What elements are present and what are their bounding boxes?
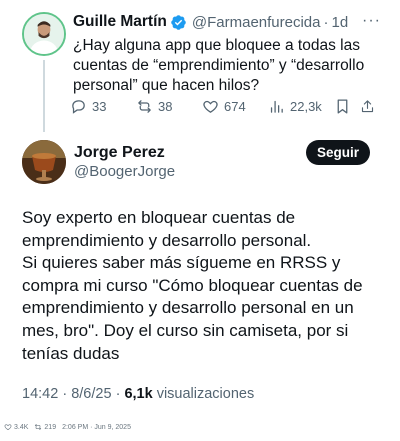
main-tweet-text: Soy experto en bloquear cuentas de empre… (22, 207, 388, 365)
main-views-label: visualizaciones (156, 386, 255, 402)
share-button[interactable] (360, 98, 380, 115)
like-count: 674 (224, 98, 246, 114)
main-text-line: emprendimiento y desarrollo personal. (22, 230, 312, 250)
heart-icon (203, 100, 218, 113)
repost-icon (138, 99, 151, 113)
bookmark-button[interactable] (334, 98, 360, 115)
more-options-icon[interactable]: ··· (362, 12, 381, 30)
main-text-line: mes, bro". Doy el curso sin camiseta, po… (22, 320, 349, 340)
parent-header: Guille Martín @Farmaenfurecida · 1d ··· (73, 12, 393, 32)
overlay-like-count: 3.4K (14, 423, 29, 431)
share-icon (361, 99, 374, 112)
main-author-handle[interactable]: @BoogerJorge (74, 163, 175, 180)
follow-button[interactable]: Seguir (306, 140, 370, 165)
reply-button[interactable]: 33 (70, 98, 136, 115)
main-date[interactable]: 8/6/25 (71, 386, 111, 402)
parent-text-line: ¿Hay alguna app que bloquee a todas las (73, 37, 360, 54)
reply-icon (72, 99, 85, 114)
overlay-timestamp: 2:06 PM · Jun 9, 2025 (62, 423, 131, 431)
heart-icon (4, 424, 12, 431)
main-views-count: 6,1k (124, 386, 153, 402)
overlay-repost-count: 219 (44, 423, 57, 431)
main-time[interactable]: 14:42 (22, 386, 58, 402)
repost-button[interactable]: 38 (136, 98, 202, 115)
main-text-line: compra mi curso "Cómo bloquear cuentas d… (22, 275, 363, 295)
overlay-footer: 3.4K 219 2:06 PM · Jun 9, 2025 (4, 421, 131, 433)
views-chart-icon (270, 100, 283, 113)
parent-author-name[interactable]: Guille Martín (73, 13, 167, 31)
parent-text-line: cuentas de “emprendimiento” y “desarroll… (73, 57, 365, 74)
like-button[interactable]: 674 (202, 98, 268, 115)
repost-count: 38 (158, 98, 173, 114)
bookmark-icon (337, 98, 348, 114)
parent-author-handle[interactable]: @Farmaenfurecida (192, 14, 321, 31)
main-text-line: tenías dudas (22, 343, 120, 363)
main-author-name[interactable]: Jorge Perez (74, 144, 165, 162)
main-text-line: Soy experto en bloquear cuentas de (22, 208, 296, 227)
separator-dot: · (323, 13, 329, 31)
parent-tweet-text: ¿Hay alguna app que bloquee a todas las … (73, 36, 393, 96)
reply-count: 33 (92, 98, 107, 114)
main-tweet-meta: 14:42 · 8/6/25 · 6,1k visualizaciones (22, 386, 254, 402)
parent-action-bar: 33 38 674 22,3k (70, 96, 388, 116)
views-count: 22,3k (290, 98, 322, 114)
separator-dot: · (62, 386, 68, 402)
parent-text-line: personal” que hacen hilos? (73, 77, 260, 94)
main-text-line: Si quieres saber más sígueme en RRSS y (22, 253, 341, 273)
parent-author-avatar[interactable] (22, 12, 66, 56)
repost-icon (35, 424, 42, 430)
thread-line (43, 60, 45, 132)
views-button[interactable]: 22,3k (268, 98, 334, 115)
main-author-avatar[interactable] (22, 140, 66, 184)
main-text-line: emprendimiento y desarrollo personal en … (22, 298, 354, 318)
parent-tweet[interactable]: Guille Martín @Farmaenfurecida · 1d ··· … (0, 0, 400, 132)
verified-badge-icon (170, 14, 187, 31)
separator-dot: · (115, 386, 121, 402)
parent-timestamp[interactable]: 1d (332, 14, 349, 31)
